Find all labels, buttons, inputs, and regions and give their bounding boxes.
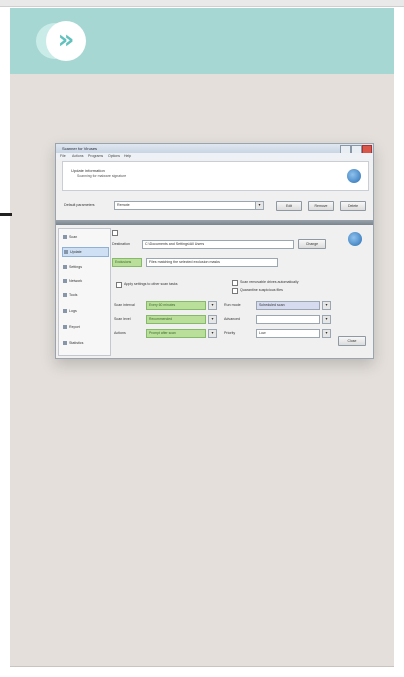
tools-icon [63, 293, 67, 298]
sidebar-item-network[interactable]: Network [62, 277, 107, 285]
sidebar-item-scan[interactable]: Scan [62, 233, 107, 241]
sidebar-item-label: Settings [69, 265, 82, 269]
actions-dropdown-arrow[interactable]: ▾ [208, 329, 217, 338]
parameters-label: Default parameters [64, 203, 95, 207]
sidebar-item-report[interactable]: Report [62, 323, 107, 331]
scan-interval-dropdown-arrow[interactable]: ▾ [208, 301, 217, 310]
logs-icon [63, 309, 67, 314]
advanced-label: Advanced [224, 317, 240, 321]
actions-label: Actions [114, 331, 126, 335]
statistics-icon [63, 341, 67, 346]
sidebar-item-label: Network [69, 279, 83, 283]
settings-content: Destination C:\Documents and Settings\Al… [112, 228, 370, 354]
parameters-field[interactable]: Remote [114, 201, 256, 210]
parameters-dropdown-arrow[interactable]: ▾ [255, 201, 264, 210]
panel-header: » [10, 8, 394, 74]
sidebar-item-label: Scan [69, 235, 78, 239]
scan-level-label: Scan level [114, 317, 131, 321]
window-titlebar: Scanner for Viruses [56, 144, 373, 154]
actions-value: Prompt after scan [149, 331, 176, 335]
double-chevron-right-icon: » [36, 21, 88, 61]
parameters-value: Remote [117, 203, 130, 207]
sidebar-item-label: Statistics [69, 341, 84, 345]
apply-settings-label: Apply settings to other scan tasks [124, 282, 178, 286]
run-mode-field[interactable]: Scheduled scan [256, 301, 320, 310]
menu-help[interactable]: Help [124, 154, 131, 158]
info-subtitle: Scanning for malware signature [77, 174, 127, 178]
sidebar-item-statistics[interactable]: Statistics [62, 339, 107, 347]
parameters-row: Default parameters Remote ▾ Edit Remove … [62, 201, 367, 211]
run-mode-dropdown-arrow[interactable]: ▾ [322, 301, 331, 310]
page-top-rule [0, 0, 404, 7]
scan-interval-value: Every 60 minutes [149, 303, 176, 307]
window-title: Scanner for Viruses [62, 146, 98, 151]
menu-file[interactable]: File [60, 154, 66, 158]
path-value: C:\Documents and Settings\All Users [145, 242, 205, 246]
app-window-screenshot: Scanner for Viruses File Actions Program… [55, 143, 374, 359]
report-icon [63, 325, 67, 330]
scan-icon [63, 235, 67, 240]
menu-actions[interactable]: Actions [72, 154, 83, 158]
scan-level-dropdown-arrow[interactable]: ▾ [208, 315, 217, 324]
actions-field[interactable]: Prompt after scan [146, 329, 206, 338]
edit-button[interactable]: Edit [276, 201, 302, 211]
settings-icon [63, 265, 67, 270]
removable-drives-label: Scan removable drives automatically [240, 280, 299, 284]
run-mode-label: Run mode [224, 303, 241, 307]
article-panel: » Scanner for Viruses File Actions Progr… [10, 8, 394, 667]
exclusions-label: Exclusions [115, 260, 132, 264]
sidebar-item-tools[interactable]: Tools [62, 291, 107, 299]
scan-interval-field[interactable]: Every 60 minutes [146, 301, 206, 310]
path-field[interactable]: C:\Documents and Settings\All Users [142, 240, 294, 249]
sidebar-item-settings[interactable]: Settings [62, 263, 107, 271]
update-icon [64, 250, 68, 255]
priority-field[interactable]: Low [256, 329, 320, 338]
path-label: Destination [112, 242, 130, 246]
network-icon [63, 279, 67, 284]
scan-interval-label: Scan interval [114, 303, 135, 307]
enable-checkbox[interactable] [112, 230, 118, 236]
menu-bar: File Actions Programs Options Help [56, 153, 373, 159]
close-button[interactable]: Close [338, 336, 366, 346]
sidebar-item-label: Tools [69, 293, 78, 297]
exclusions-badge: Exclusions [112, 258, 142, 267]
priority-value: Low [259, 331, 266, 335]
run-mode-value: Scheduled scan [259, 303, 285, 307]
removable-drives-checkbox[interactable] [232, 280, 238, 286]
globe-icon [347, 169, 361, 183]
priority-label: Priority [224, 331, 236, 335]
badge-glyph: » [46, 21, 86, 61]
exclusions-field[interactable]: Files matching the selected exclusion ma… [146, 258, 278, 267]
quarantine-label: Quarantine suspicious files [240, 288, 283, 292]
delete-button[interactable]: Delete [340, 201, 366, 211]
sidebar-item-update[interactable]: Update [62, 247, 109, 257]
info-title: Update information [71, 168, 105, 173]
sidebar-item-label: Logs [69, 309, 77, 313]
sidebar-item-label: Update [70, 250, 82, 254]
scan-level-value: Recommended [149, 317, 172, 321]
advanced-field[interactable] [256, 315, 320, 324]
advanced-dropdown-arrow[interactable]: ▾ [322, 315, 331, 324]
menu-programs[interactable]: Programs [88, 154, 103, 158]
remove-button[interactable]: Remove [308, 201, 334, 211]
menu-options[interactable]: Options [108, 154, 120, 158]
priority-dropdown-arrow[interactable]: ▾ [322, 329, 331, 338]
margin-tick [0, 213, 12, 216]
quarantine-checkbox[interactable] [232, 288, 238, 294]
info-box: Update information Scanning for malware … [62, 161, 369, 191]
sidebar: Scan Update Settings Network Tools Logs … [58, 228, 111, 356]
globe-icon [348, 232, 362, 246]
scan-level-field[interactable]: Recommended [146, 315, 206, 324]
exclusions-value: Files matching the selected exclusion ma… [149, 260, 220, 264]
sidebar-item-logs[interactable]: Logs [62, 307, 107, 315]
change-button[interactable]: Change [298, 239, 326, 249]
section-divider [56, 220, 373, 225]
apply-settings-checkbox[interactable] [116, 282, 122, 288]
sidebar-item-label: Report [69, 325, 80, 329]
